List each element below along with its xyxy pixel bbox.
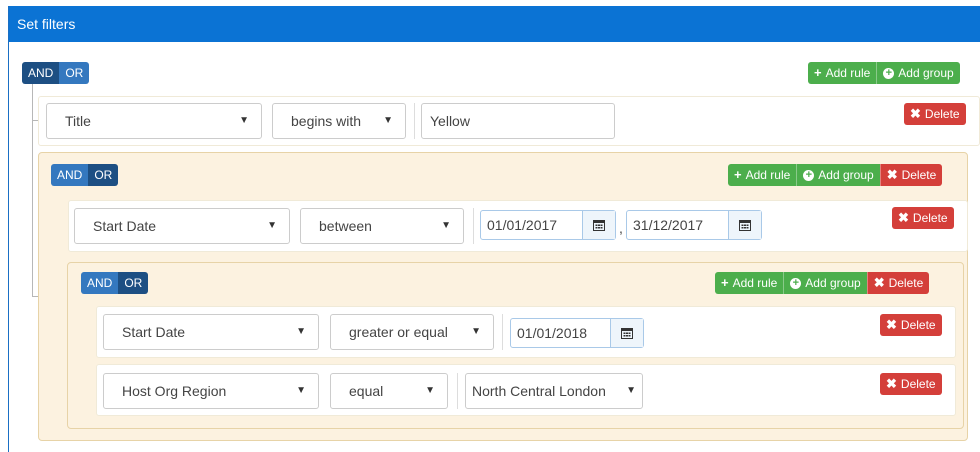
caret-down-icon: ▼ [471,326,481,337]
rule-field-select[interactable]: Start Date ▼ [103,314,319,350]
delete-group-button[interactable]: ✖ Delete [879,164,943,186]
tree-line [32,84,33,296]
select-value: Title [65,113,91,129]
caret-down-icon: ▼ [267,220,277,231]
delete-label: Delete [900,377,936,391]
times-icon: ✖ [886,376,897,391]
delete-rule-button[interactable]: ✖ Delete [880,373,942,395]
divider [457,373,458,409]
add-group-label: Add group [818,168,874,182]
select-value: Host Org Region [122,383,227,399]
add-group-label: Add group [898,66,954,80]
group-actions: + Add rule + Add group ✖ Delete [728,164,943,186]
or-button[interactable]: OR [59,62,90,84]
delete-rule-button[interactable]: ✖ Delete [892,207,954,229]
caret-down-icon: ▼ [626,385,636,396]
date-from-input[interactable]: 01/01/2017 [480,210,616,240]
and-button[interactable]: AND [81,272,119,294]
times-icon: ✖ [910,106,921,121]
delete-label: Delete [900,318,936,332]
times-icon: ✖ [898,210,909,225]
delete-label: Delete [901,168,937,182]
select-value: North Central London [472,383,606,399]
rule-operator-select[interactable]: between ▼ [300,208,464,244]
or-button[interactable]: OR [118,272,149,294]
caret-down-icon: ▼ [425,385,435,396]
group-andor-toggle[interactable]: AND OR [81,272,149,294]
group-andor-toggle[interactable]: AND OR [51,164,119,186]
times-icon: ✖ [886,167,898,182]
or-button[interactable]: OR [88,164,119,186]
calendar-icon[interactable] [610,319,643,347]
add-group-button[interactable]: + Add group [876,62,960,84]
range-separator: , [619,220,623,236]
divider [473,208,474,244]
add-rule-label: Add rule [732,276,778,290]
divider [414,103,415,139]
rule-field-select[interactable]: Title ▼ [46,103,262,139]
plus-icon: + [814,65,822,80]
delete-rule-button[interactable]: ✖ Delete [880,314,942,336]
date-value-input[interactable]: 01/01/2018 [510,318,644,348]
plus-circle-icon: + [803,169,815,181]
plus-circle-icon: + [790,277,802,289]
times-icon: ✖ [886,317,897,332]
caret-down-icon: ▼ [296,326,306,337]
delete-label: Delete [912,211,948,225]
rule-operator-select[interactable]: equal ▼ [330,373,448,409]
select-value: Start Date [93,218,157,234]
add-rule-button[interactable]: + Add rule [715,272,784,294]
delete-rule-button[interactable]: ✖ Delete [904,103,966,125]
caret-down-icon: ▼ [296,385,306,396]
delete-label: Delete [924,107,960,121]
add-group-button[interactable]: + Add group [783,272,867,294]
rule-operator-select[interactable]: begins with ▼ [272,103,406,139]
and-button[interactable]: AND [22,62,60,84]
add-rule-label: Add rule [825,66,871,80]
plus-icon: + [734,167,742,182]
add-group-button[interactable]: + Add group [796,164,880,186]
caret-down-icon: ▼ [441,220,451,231]
select-value: greater or equal [349,324,448,340]
date-value: 01/01/2018 [517,325,588,341]
plus-icon: + [721,275,729,290]
add-rule-button[interactable]: + Add rule [728,164,797,186]
rule-field-select[interactable]: Host Org Region ▼ [103,373,319,409]
divider [502,314,503,350]
plus-circle-icon: + [883,67,895,79]
root-andor-toggle[interactable]: AND OR [22,62,90,84]
select-value: Start Date [122,324,186,340]
group-actions: + Add rule + Add group ✖ Delete [715,272,930,294]
times-icon: ✖ [873,275,885,290]
calendar-icon[interactable] [582,211,615,239]
add-rule-button[interactable]: + Add rule [808,62,877,84]
and-button[interactable]: AND [51,164,89,186]
date-value: 31/12/2017 [633,217,704,233]
delete-label: Delete [888,276,924,290]
date-value: 01/01/2017 [487,217,558,233]
calendar-icon[interactable] [728,211,761,239]
date-to-input[interactable]: 31/12/2017 [626,210,762,240]
rule-operator-select[interactable]: greater or equal ▼ [330,314,494,350]
select-value: begins with [291,113,362,129]
caret-down-icon: ▼ [239,115,249,126]
panel-title: Set filters [9,6,980,42]
rule-value-select[interactable]: North Central London ▼ [465,373,643,409]
rule-value-input[interactable]: Yellow [421,103,615,139]
delete-group-button[interactable]: ✖ Delete [866,272,930,294]
root-group-actions: + Add rule + Add group [808,62,960,84]
add-rule-label: Add rule [745,168,791,182]
select-value: between [319,218,372,234]
rule-field-select[interactable]: Start Date ▼ [74,208,290,244]
caret-down-icon: ▼ [383,115,393,126]
select-value: equal [349,383,384,399]
add-group-label: Add group [805,276,861,290]
